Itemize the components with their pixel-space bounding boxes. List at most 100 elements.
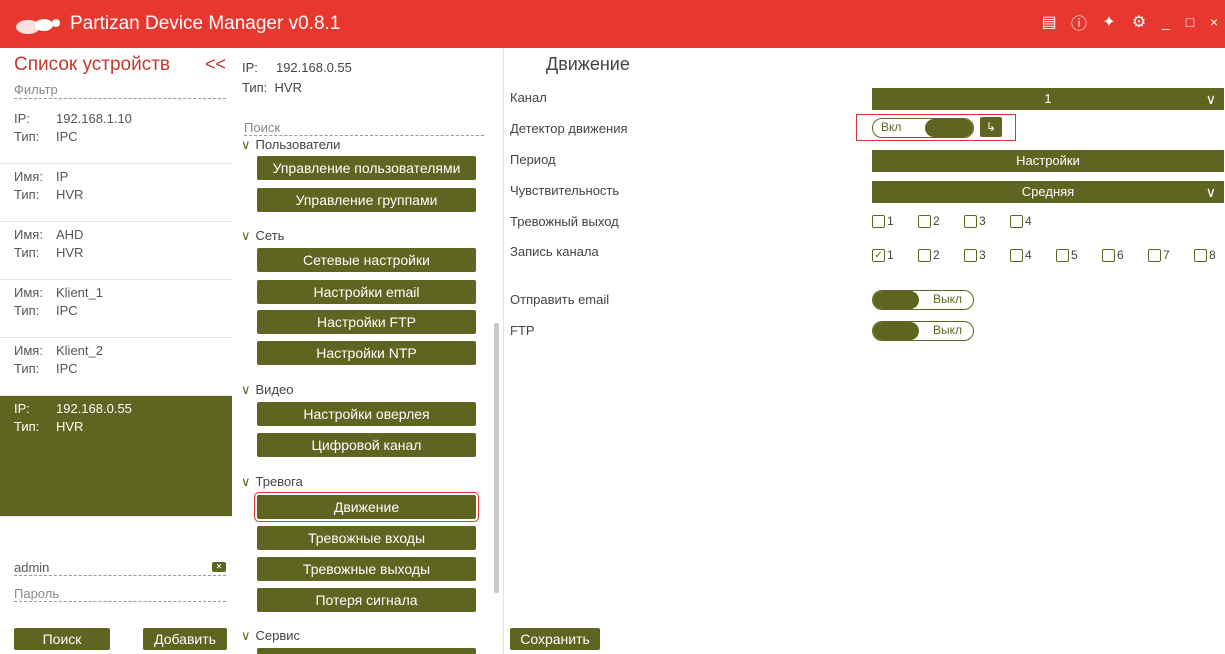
overlay-settings-button[interactable]: Настройки оверлея [257, 402, 476, 426]
chevron-down-icon: ∨ [241, 382, 251, 397]
checkbox-label: 3 [979, 248, 986, 262]
network-settings-button[interactable]: Сетевые настройки [257, 248, 476, 272]
ftp-settings-button[interactable]: Настройки FTP [257, 310, 476, 334]
username-field[interactable]: admin ✕ [14, 560, 226, 576]
record-channel-checkbox[interactable]: 4 [1010, 248, 1032, 262]
checkbox-box[interactable] [1010, 248, 1023, 262]
motion-button[interactable]: Движение [254, 492, 479, 522]
checkbox-label: 2 [933, 214, 940, 228]
chevron-down-icon: ∨ [241, 628, 251, 643]
device-type-key: Тип: [14, 419, 40, 434]
group-video[interactable]: ∨ Видео [241, 382, 294, 398]
alarm-outputs-button[interactable]: Тревожные выходы [257, 557, 476, 581]
sensitivity-select[interactable]: Средняя ∨ [872, 181, 1224, 203]
alarm-output-checkbox[interactable]: 2 [918, 214, 940, 228]
ntp-settings-button[interactable]: Настройки NTP [257, 341, 476, 365]
checkbox-box[interactable] [1010, 214, 1023, 228]
record-channel-checkbox[interactable]: 7 [1148, 248, 1170, 262]
checkbox-checked[interactable]: ✓ [872, 248, 885, 262]
ip-value: 192.168.0.55 [275, 60, 352, 75]
record-channel-checkbox[interactable]: 3 [964, 248, 986, 262]
group-service[interactable]: ∨ Сервис [241, 628, 300, 644]
checkbox-box[interactable] [1056, 248, 1069, 262]
period-settings-button[interactable]: Настройки [872, 150, 1224, 172]
chevron-down-icon: ∨ [1205, 91, 1216, 107]
clear-icon[interactable]: ✕ [212, 562, 226, 572]
send-email-toggle[interactable]: Выкл [872, 290, 974, 310]
device-item[interactable]: Имя: Klient_1 Тип: IPC [0, 280, 232, 338]
search-button[interactable]: Поиск [14, 628, 110, 650]
checkbox-box[interactable] [872, 214, 885, 228]
device-type-value: HVR [56, 187, 84, 202]
device-value: AHD [56, 227, 84, 242]
user-management-button[interactable]: Управление пользователями [257, 156, 476, 180]
chevron-down-icon: ∨ [241, 228, 251, 243]
email-settings-button[interactable]: Настройки email [257, 280, 476, 304]
checkbox-box[interactable] [1102, 248, 1115, 262]
checkbox-box[interactable] [918, 214, 931, 228]
type-value: HVR [274, 80, 302, 95]
group-label: Тревога [255, 474, 303, 489]
digital-channel-button[interactable]: Цифровой канал [257, 433, 476, 457]
book-icon[interactable]: ▤ [1039, 12, 1059, 32]
checkbox-box[interactable] [1148, 248, 1161, 262]
checkbox-box[interactable] [1194, 248, 1207, 262]
device-type-key: Тип: [14, 187, 40, 202]
save-button[interactable]: Сохранить [510, 628, 600, 650]
device-item[interactable]: Имя: IP Тип: HVR [0, 164, 232, 222]
device-item[interactable]: IP: 192.168.1.10 Тип: IPC [0, 106, 232, 164]
menu-search-input[interactable]: Поиск [244, 120, 484, 136]
device-type-value: IPC [56, 361, 78, 376]
alarm-inputs-button[interactable]: Тревожные входы [257, 526, 476, 550]
gear-icon[interactable]: ⚙ [1129, 12, 1149, 32]
channel-select[interactable]: 1 ∨ [872, 88, 1224, 110]
device-value: 192.168.0.55 [56, 401, 132, 416]
device-type-value: HVR [56, 419, 84, 434]
device-key: IP: [14, 111, 30, 126]
motion-detector-toggle[interactable]: Вкл [872, 118, 974, 138]
expand-icon[interactable]: ↳ [980, 117, 1002, 137]
sensitivity-label: Чувствительность [510, 183, 620, 198]
device-value: Klient_1 [56, 285, 103, 300]
group-label: Сеть [255, 228, 285, 243]
service-button-partial[interactable] [257, 648, 476, 654]
checkbox-box[interactable] [964, 214, 977, 228]
menu-scrollbar[interactable] [494, 323, 499, 593]
record-channel-checkbox[interactable]: 8 [1194, 248, 1216, 262]
close-icon[interactable]: × [1207, 14, 1221, 30]
group-alarm[interactable]: ∨ Тревога [241, 474, 303, 490]
sensitivity-value: Средняя [1021, 184, 1075, 199]
record-channel-checkbox[interactable]: 2 [918, 248, 940, 262]
checkbox-box[interactable] [964, 248, 977, 262]
alarm-output-checkbox[interactable]: 1 [872, 214, 894, 228]
record-channel-checkbox[interactable]: 6 [1102, 248, 1124, 262]
help-icon[interactable]: ⓘ [1069, 12, 1089, 33]
filter-input[interactable]: Фильтр [14, 82, 226, 99]
ip-key: IP: [242, 60, 258, 75]
checkbox-label: 1 [887, 248, 894, 262]
maximize-icon[interactable]: □ [1183, 14, 1197, 30]
add-button[interactable]: Добавить [143, 628, 227, 650]
record-channel-checkbox[interactable]: ✓ 1 [872, 248, 894, 262]
record-channel-checkbox[interactable]: 5 [1056, 248, 1078, 262]
password-field[interactable]: Пароль [14, 586, 226, 602]
group-management-button[interactable]: Управление группами [257, 188, 476, 212]
checkbox-label: 1 [887, 214, 894, 228]
signal-loss-button[interactable]: Потеря сигнала [257, 588, 476, 612]
device-item-selected[interactable]: IP: 192.168.0.55 Тип: HVR [0, 396, 232, 517]
device-item[interactable]: Имя: Klient_2 Тип: IPC [0, 338, 232, 396]
ftp-toggle[interactable]: Выкл [872, 321, 974, 341]
minimize-icon[interactable]: _ [1159, 14, 1173, 30]
alarm-output-checkbox[interactable]: 3 [964, 214, 986, 228]
device-item[interactable]: Имя: AHD Тип: HVR [0, 222, 232, 280]
group-network[interactable]: ∨ Сеть [241, 228, 284, 244]
device-value: 192.168.1.10 [56, 111, 132, 126]
group-users[interactable]: ∨ Пользователи [241, 140, 340, 153]
device-type-value: IPC [56, 129, 78, 144]
checkbox-box[interactable] [918, 248, 931, 262]
alarm-output-checkbox[interactable]: 4 [1010, 214, 1032, 228]
device-key: Имя: [14, 285, 43, 300]
wand-icon[interactable]: ✦ [1099, 12, 1119, 32]
checkbox-label: 4 [1025, 248, 1032, 262]
collapse-icon[interactable]: << [205, 54, 226, 75]
